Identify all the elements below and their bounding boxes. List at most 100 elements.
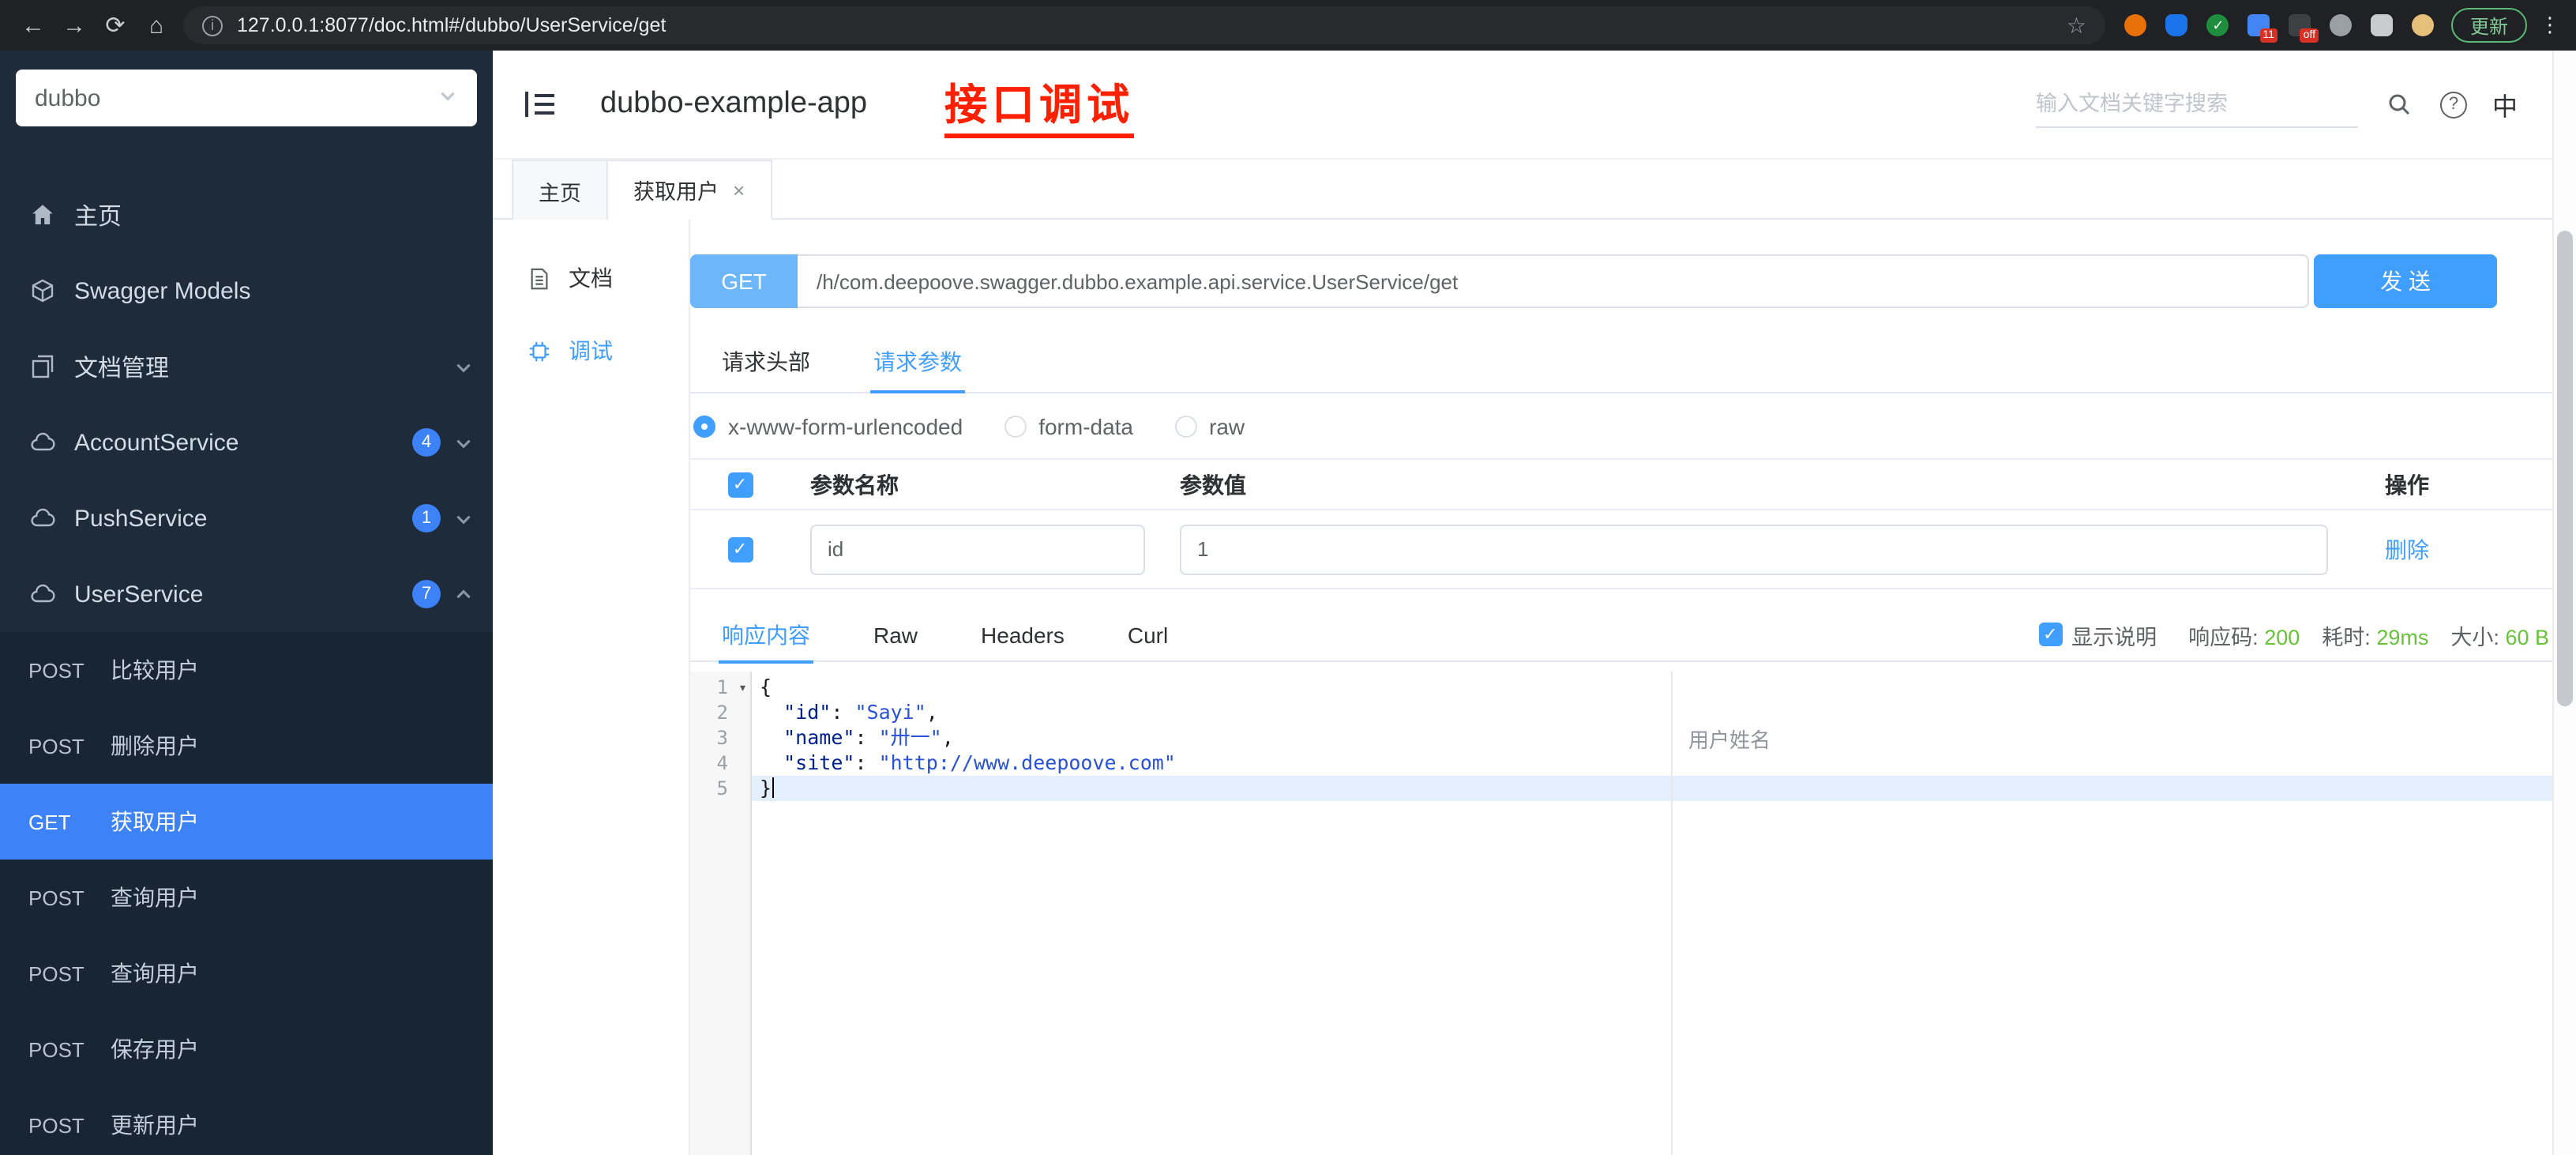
response-editor[interactable]: 1 ▾ 2 3 4 5 { "id": "Sayi", "name": "卅一", "si… (690, 672, 2552, 1155)
page-tabs: 主页 获取用户 × (493, 158, 2552, 220)
language-icon[interactable]: 中 (2492, 85, 2518, 123)
service-icon (28, 505, 55, 532)
search-icon[interactable] (2383, 88, 2415, 120)
home-icon (28, 201, 55, 228)
back-icon[interactable]: ← (13, 5, 54, 46)
http-method-label: POST (28, 961, 84, 985)
response-tabs: 响应内容 Raw Headers Curl ✓ 显示说明 响应码: 200 耗时: 29… (690, 608, 2552, 663)
sidebar-item-user-service[interactable]: UserService 7 (0, 556, 493, 632)
radio-circle[interactable] (1174, 415, 1197, 437)
nav-item-debug[interactable]: 调试 (493, 314, 689, 387)
http-method-label: POST (28, 1113, 84, 1137)
sidebar-item-push-service[interactable]: PushService 1 (0, 480, 493, 556)
delete-row-link[interactable]: 删除 (2385, 536, 2429, 562)
ext-shield-icon[interactable] (2165, 13, 2189, 37)
ext-gray-icon[interactable] (2330, 13, 2353, 37)
radio-form-data[interactable]: form-data (1004, 413, 1133, 438)
response-tab-raw[interactable]: Raw (842, 608, 949, 661)
radio-raw[interactable]: raw (1174, 413, 1245, 438)
http-method-label: POST (28, 734, 84, 758)
api-group-select[interactable]: dubbo (16, 70, 477, 126)
operation-query-user-1[interactable]: POST 查询用户 (0, 860, 493, 935)
param-value-input[interactable] (1180, 524, 2328, 574)
code-area[interactable]: { "id": "Sayi", "name": "卅一", "site": "h… (752, 672, 2552, 1155)
doc-search[interactable] (2035, 81, 2358, 128)
request-tabs: 请求头部 请求参数 (690, 330, 2552, 393)
site-info-icon[interactable]: i (202, 15, 223, 36)
tab-req-headers[interactable]: 请求头部 (690, 330, 842, 392)
response-tab-headers[interactable]: Headers (949, 608, 1096, 661)
radio-circle[interactable] (1004, 415, 1027, 437)
operation-delete-user[interactable]: POST 删除用户 (0, 708, 493, 784)
bookmark-star-icon[interactable]: ☆ (2067, 12, 2086, 39)
tab-home[interactable]: 主页 (512, 160, 608, 220)
code-line: { (760, 675, 772, 698)
meta-label: 耗时: (2322, 625, 2371, 649)
operation-compare-user[interactable]: POST 比较用户 (0, 632, 493, 708)
reload-icon[interactable]: ⟳ (95, 5, 136, 46)
ext-off-icon[interactable]: off (2289, 13, 2319, 42)
doc-debug-nav: 文档 调试 (493, 220, 690, 1155)
debug-panel: GET 发 送 请求头部请求参数 x-www-form-urlencoded fo… (690, 220, 2552, 1155)
operation-label: 保存用户 (111, 1036, 199, 1062)
meta-value: 200 (2264, 625, 2300, 649)
header-actions: ? 中 (2035, 81, 2518, 128)
row-checkbox[interactable]: ✓ (727, 536, 753, 562)
chevron-down-icon (437, 85, 458, 111)
radio-circle[interactable] (693, 415, 715, 437)
operation-label: 删除用户 (111, 733, 199, 758)
ext-green-check-icon[interactable]: ✓ (2206, 13, 2230, 37)
operation-query-user-2[interactable]: POST 查询用户 (0, 935, 493, 1011)
operation-save-user[interactable]: POST 保存用户 (0, 1011, 493, 1087)
response-tab-body[interactable]: 响应内容 (690, 608, 842, 663)
help-icon[interactable]: ? (2439, 91, 2467, 118)
request-line: GET 发 送 (690, 254, 2497, 308)
extensions-puzzle-icon[interactable] (2371, 13, 2394, 37)
scrollbar-thumb[interactable] (2557, 231, 2573, 706)
search-input[interactable] (2035, 92, 2358, 115)
chrome-update-button[interactable]: 更新 (2450, 8, 2527, 43)
http-method-label: POST (28, 658, 84, 682)
browser-menu-icon[interactable]: ⋮ (2540, 13, 2560, 38)
code-line: "id": "Sayi", (783, 700, 938, 724)
radio-label: raw (1209, 413, 1245, 438)
fold-caret-icon[interactable]: ▾ (738, 676, 747, 702)
send-button[interactable]: 发 送 (2314, 254, 2497, 308)
docs-icon (28, 353, 55, 380)
radio-urlencoded[interactable]: x-www-form-urlencoded (693, 413, 963, 438)
browser-chrome: ← → ⟳ ⌂ i 127.0.0.1:8077/doc.html#/dubbo… (0, 0, 2576, 51)
response-tab-curl[interactable]: Curl (1096, 608, 1200, 661)
annotation-text: 接口调试 (944, 70, 1134, 138)
service-icon (28, 581, 55, 608)
sidebar-item-home[interactable]: 主页 (0, 177, 493, 253)
radio-label: form-data (1038, 413, 1134, 438)
method-button[interactable]: GET (690, 254, 798, 308)
page-scrollbar[interactable] (2552, 51, 2576, 1155)
operation-label: 获取用户 (111, 809, 199, 834)
profile-avatar[interactable] (2412, 13, 2435, 37)
param-name-input[interactable] (810, 524, 1145, 574)
nav-item-doc[interactable]: 文档 (493, 242, 689, 314)
sidebar-item-account-service[interactable]: AccountService 4 (0, 404, 493, 480)
operation-update-user[interactable]: POST 更新用户 (0, 1087, 493, 1155)
select-all-checkbox[interactable]: ✓ (727, 472, 753, 497)
ext-blue-badge-icon[interactable]: 11 (2247, 13, 2277, 42)
address-bar[interactable]: i 127.0.0.1:8077/doc.html#/dubbo/UserSer… (183, 6, 2105, 44)
url-text[interactable]: 127.0.0.1:8077/doc.html#/dubbo/UserServi… (237, 14, 666, 36)
params-table-header: ✓ 参数名称 参数值 操作 (690, 458, 2552, 510)
sidebar-item-docs-manage[interactable]: 文档管理 (0, 329, 493, 404)
forward-icon[interactable]: → (54, 5, 95, 46)
main-area: dubbo-example-app 接口调试 ? 中 主页 获取用户 × 文档调试 … (493, 51, 2552, 1155)
request-url-input[interactable] (798, 254, 2309, 308)
ext-orange-icon[interactable] (2124, 13, 2148, 37)
tab-req-params[interactable]: 请求参数 (842, 330, 993, 393)
document-icon (528, 265, 553, 291)
close-icon[interactable]: × (733, 179, 745, 200)
operation-get-user[interactable]: GET 获取用户 (0, 784, 493, 860)
menu-fold-icon[interactable] (524, 88, 559, 120)
sidebar-item-swagger-models[interactable]: Swagger Models (0, 253, 493, 329)
home-icon[interactable]: ⌂ (136, 5, 177, 46)
show-desc-checkbox[interactable]: ✓ (2038, 623, 2063, 646)
tab-get-user[interactable]: 获取用户 × (608, 160, 772, 220)
service-icon (28, 429, 55, 456)
